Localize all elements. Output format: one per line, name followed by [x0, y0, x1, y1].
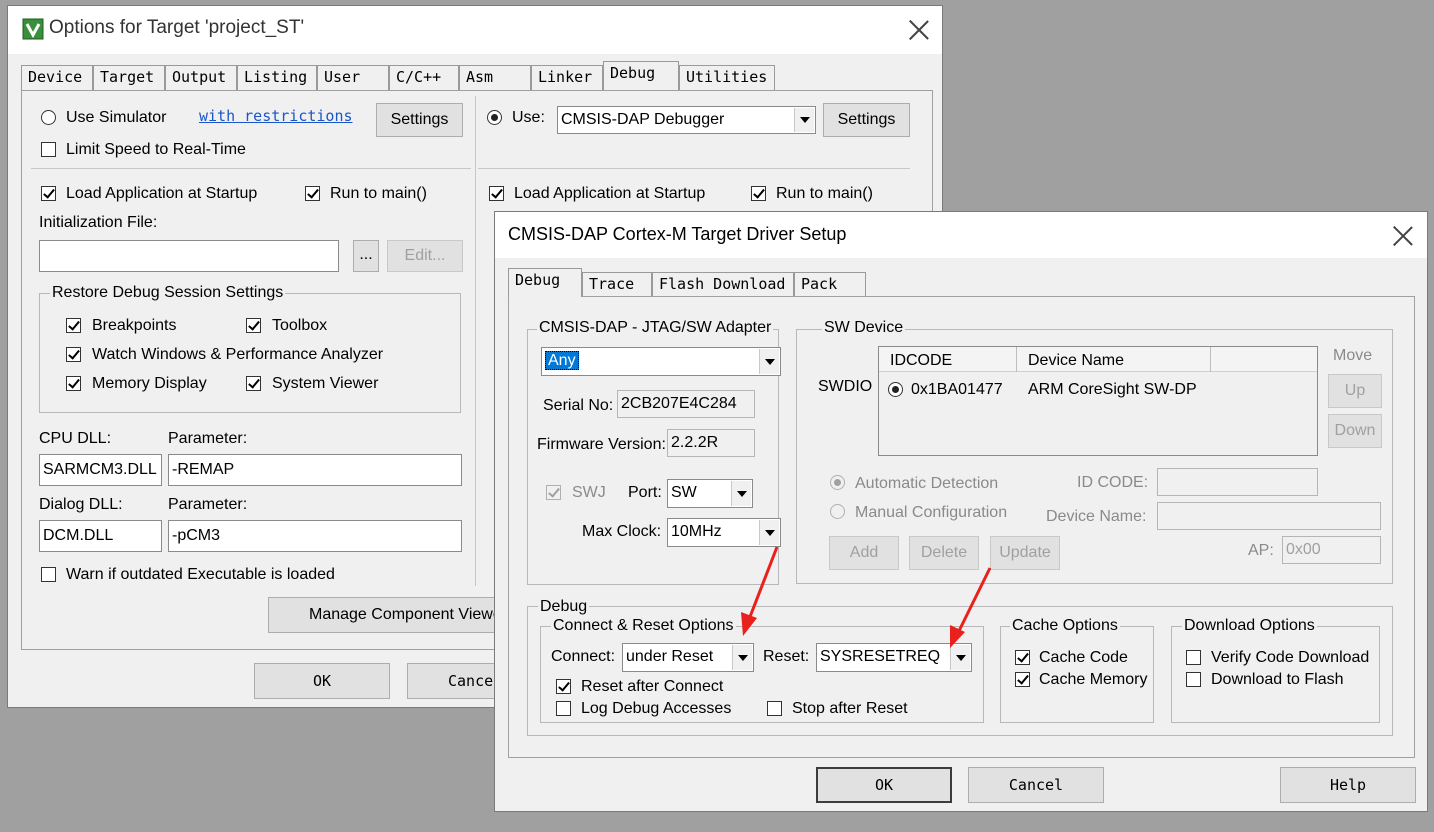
tab-debug[interactable]: Debug — [508, 268, 582, 297]
annotation-arrow-max-clock — [741, 546, 779, 636]
annotation-arrows — [741, 546, 992, 648]
tab-debug[interactable]: Debug — [603, 61, 679, 90]
annotation-arrow-reset — [950, 567, 992, 648]
